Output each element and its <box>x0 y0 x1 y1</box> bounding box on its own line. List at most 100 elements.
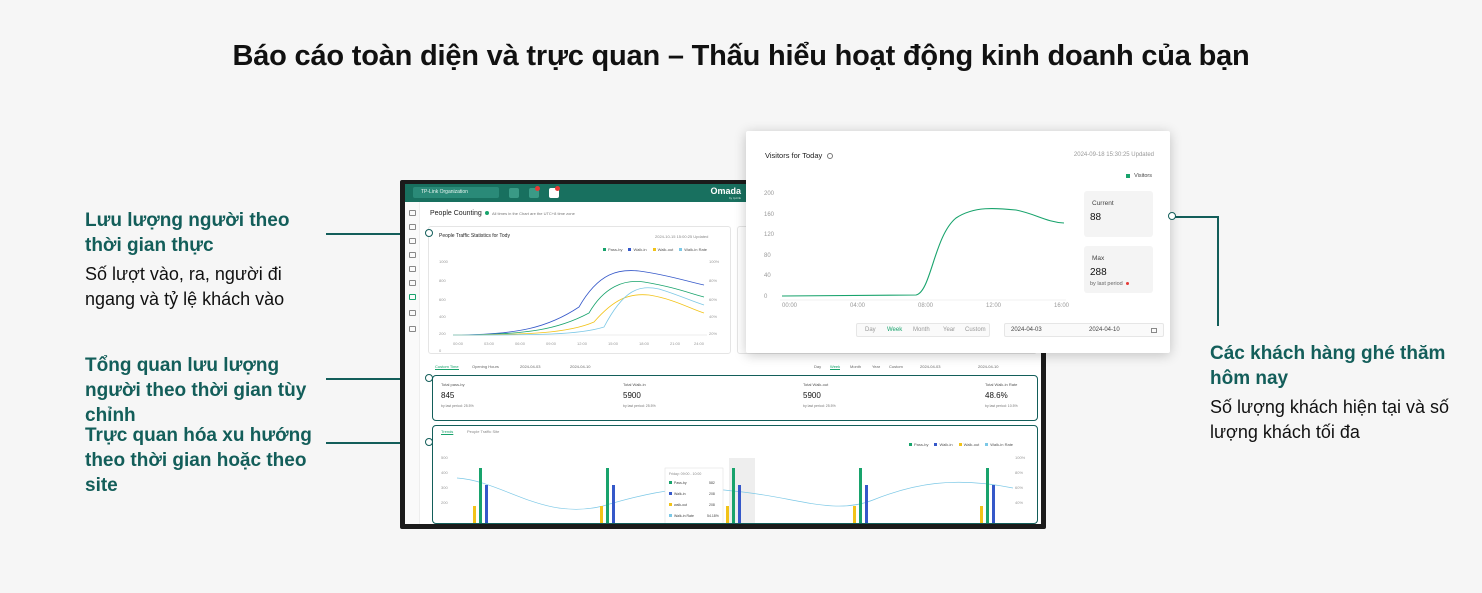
period-month[interactable]: Month <box>850 364 861 369</box>
sidebar-people-icon[interactable] <box>409 294 416 300</box>
connector-dot-custom <box>425 374 433 382</box>
y2tick: 100% <box>709 259 720 264</box>
sidebar-grid-icon[interactable] <box>409 280 416 286</box>
xtick: 18:00 <box>639 341 650 346</box>
xtick: 08:00 <box>918 303 934 309</box>
trends-panel: Trends People Traffic Site Pass-by Walk-… <box>432 425 1038 524</box>
sidebar-settings-icon[interactable] <box>409 266 416 272</box>
home-icon[interactable] <box>509 188 519 198</box>
xtick: 00:00 <box>453 341 464 346</box>
period-custom[interactable]: Custom <box>889 364 903 369</box>
callout-trend: Trực quan hóa xu hướng theo thời gian ho… <box>85 423 325 498</box>
xtick: 15:00 <box>608 341 619 346</box>
filter-from[interactable]: 2024-04-03 <box>520 364 540 369</box>
sidebar-user-icon[interactable] <box>409 326 416 332</box>
popup-legend: Visitors <box>1126 173 1152 179</box>
max-label: Max <box>1092 255 1105 262</box>
stat-period: by last period: 25.5% <box>623 404 656 408</box>
ytick: 400 <box>439 314 446 319</box>
rate-line <box>452 287 705 336</box>
ytick: 200 <box>764 191 775 197</box>
popup-title-text: Visitors for Today <box>765 151 823 160</box>
ytick: 1000 <box>439 259 449 264</box>
ytick: 160 <box>764 212 775 218</box>
bar-group-2 <box>600 468 615 523</box>
tooltip-label: Walk-in Rate <box>674 514 694 518</box>
date-from[interactable]: 2024-04-03 <box>1011 327 1042 333</box>
page-title: People Counting <box>430 210 482 217</box>
callout-trend-title: Trực quan hóa xu hướng theo thời gian ho… <box>85 425 312 496</box>
tab-opening-hours[interactable]: Opening Hours <box>472 364 499 369</box>
callout-realtime: Lưu lượng người theo thời gian thực Số l… <box>85 208 325 312</box>
bar-group-4 <box>853 468 868 523</box>
visitors-line <box>781 207 1065 297</box>
period-month[interactable]: Month <box>913 327 930 333</box>
callout-today-desc: Số lượng khách hiện tại và số lượng khác… <box>1210 397 1449 442</box>
period-year[interactable]: Year <box>872 364 880 369</box>
period-week[interactable]: Week <box>830 364 841 370</box>
bar-group-1 <box>473 468 488 523</box>
sidebar <box>405 202 420 524</box>
date-to[interactable]: 2024-04-10 <box>1089 327 1120 333</box>
connector-dot-today <box>1168 212 1176 220</box>
tab-custom-time[interactable]: Custom Time <box>435 364 459 370</box>
leader-today-h <box>1174 216 1218 218</box>
bar-group-5 <box>980 468 995 523</box>
ytick: 0 <box>439 348 442 353</box>
xtick: 12:00 <box>577 341 588 346</box>
y2tick: 40% <box>1015 500 1023 505</box>
callout-today-title: Các khách hàng ghé thăm hôm nay <box>1210 343 1446 389</box>
stat-period: by last period: 10.5% <box>985 404 1018 408</box>
tooltip-value: 208 <box>709 503 715 507</box>
traffic-card: People Traffic Statistics for Tody 2024-… <box>428 226 731 354</box>
stat-value: 845 <box>441 391 455 400</box>
period-week[interactable]: Week <box>887 327 902 333</box>
ytick: 40 <box>764 273 771 279</box>
walkin-line <box>452 270 705 336</box>
tooltip-title: Friday: 09:00 - 10:00 <box>669 472 701 476</box>
y2tick: 40% <box>709 314 717 319</box>
current-value: 88 <box>1090 212 1102 223</box>
info-icon <box>827 153 834 160</box>
stat-value: 5900 <box>803 391 821 400</box>
sidebar-dashboard-icon[interactable] <box>409 210 416 216</box>
filter-from-2[interactable]: 2024-04-03 <box>920 364 940 369</box>
ytick: 120 <box>764 232 775 238</box>
y2tick: 100% <box>1015 455 1026 460</box>
calendar-icon[interactable] <box>1151 328 1157 333</box>
ytick: 80 <box>764 253 771 259</box>
notification-badge-2 <box>555 186 560 191</box>
date-range[interactable]: 2024-04-03 2024-04-10 <box>1004 323 1164 337</box>
period-year[interactable]: Year <box>943 327 955 333</box>
current-label: Current <box>1092 200 1114 207</box>
stat-value: 48.6% <box>985 391 1008 400</box>
period-day[interactable]: Day <box>865 327 876 333</box>
xtick: 04:00 <box>850 303 866 309</box>
ytick: 400 <box>441 470 448 475</box>
filter-to-2[interactable]: 2024-04-10 <box>978 364 998 369</box>
y2tick: 20% <box>709 331 717 336</box>
sidebar-camera-icon[interactable] <box>409 238 416 244</box>
tooltip-value: 54.18% <box>707 514 719 518</box>
sidebar-clock-icon[interactable] <box>409 224 416 230</box>
tooltip-value: 582 <box>709 481 715 485</box>
summary-panel: Total pass-by 845 by last period: 25.5% … <box>432 375 1038 421</box>
current-box: Current 88 <box>1084 191 1153 237</box>
ytick: 500 <box>441 455 448 460</box>
xtick: 09:00 <box>546 341 557 346</box>
callout-realtime-title: Lưu lượng người theo thời gian thực <box>85 210 290 256</box>
xtick: 00:00 <box>782 303 798 309</box>
sidebar-storage-icon[interactable] <box>409 252 416 258</box>
filter-to[interactable]: 2024-04-10 <box>570 364 590 369</box>
ytick: 800 <box>439 278 446 283</box>
period-custom[interactable]: Custom <box>965 327 986 333</box>
callout-today: Các khách hàng ghé thăm hôm nay Số lượng… <box>1210 341 1460 445</box>
period-day[interactable]: Day <box>814 364 821 369</box>
callout-realtime-desc: Số lượt vào, ra, người đi ngang và tỷ lệ… <box>85 264 285 309</box>
stat-label: Total pass-by <box>441 382 465 387</box>
sidebar-cloud-icon[interactable] <box>409 310 416 316</box>
callout-custom: Tổng quan lưu lượng người theo thời gian… <box>85 353 325 428</box>
org-select[interactable]: TP-Link Organization <box>413 187 499 198</box>
stat-label: Total Walk-in Rate <box>985 382 1018 387</box>
stat-passby: Total pass-by 845 by last period: 25.5% <box>441 382 474 408</box>
